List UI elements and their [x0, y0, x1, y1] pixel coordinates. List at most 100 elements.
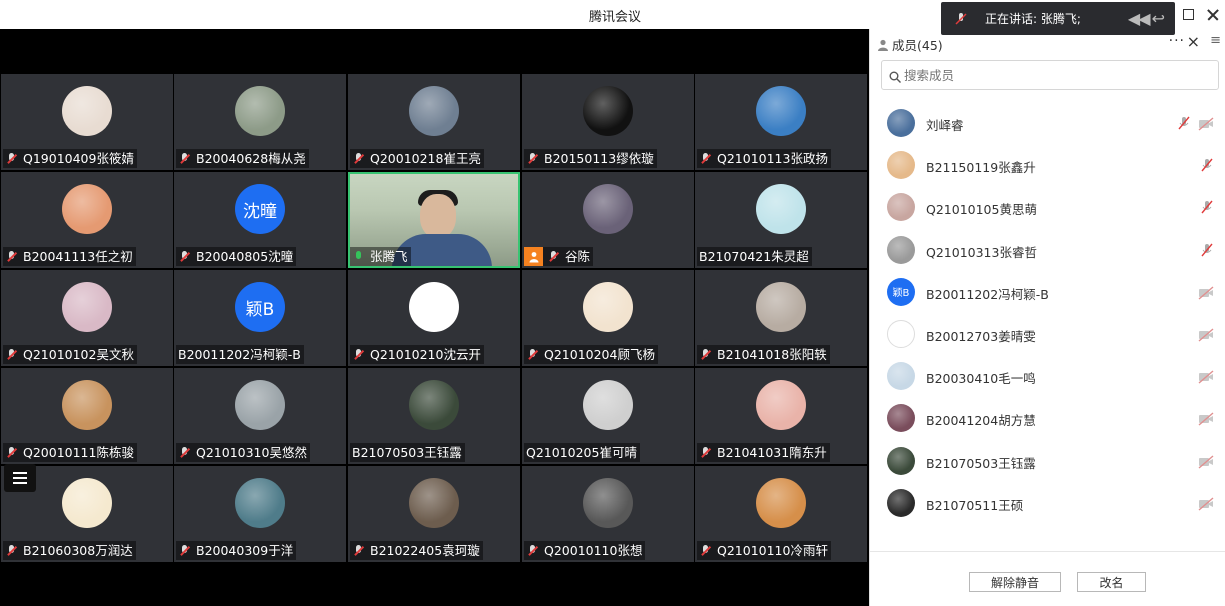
video-tile[interactable]: 谷陈	[522, 172, 694, 268]
members-icon	[877, 36, 889, 51]
video-tile[interactable]: 沈曈 B20040805沈曈	[174, 172, 346, 268]
panel-menu-icon[interactable]: ≡	[1210, 33, 1221, 48]
maximize-button[interactable]	[1177, 0, 1201, 29]
member-name: B21070511王硕	[926, 497, 1024, 513]
mic-muted-icon	[526, 348, 540, 362]
mic-muted-icon	[352, 152, 366, 166]
video-tile[interactable]: B20040628梅从尧	[174, 74, 346, 170]
video-grid-area: Q19010409张筱婧 B20040628梅从尧 Q20010218崔王亮 B201…	[0, 29, 869, 606]
participant-name: Q21010110冷雨轩	[717, 543, 828, 558]
camera-off-icon[interactable]	[1198, 496, 1214, 511]
video-tile[interactable]: B21022405袁珂璇	[348, 466, 520, 562]
participant-nameplate: Q21010102吴文秋	[3, 345, 137, 364]
member-row[interactable]: B20041204胡方慧	[870, 397, 1225, 439]
video-tile[interactable]: B21070503王钰露	[348, 368, 520, 464]
participant-avatar	[583, 86, 633, 136]
camera-off-icon[interactable]	[1198, 327, 1214, 342]
participant-avatar: 颖B	[235, 282, 285, 332]
mic-muted-icon	[547, 250, 561, 264]
mic-muted-icon[interactable]	[1177, 115, 1191, 131]
participant-avatar: 沈曈	[235, 184, 285, 234]
video-tile[interactable]: Q20010111陈栋骏	[1, 368, 173, 464]
search-icon	[889, 68, 901, 83]
camera-off-icon[interactable]	[1198, 411, 1214, 426]
video-tile[interactable]: Q21010310吴悠然	[174, 368, 346, 464]
participant-name: B21060308万润达	[23, 543, 133, 558]
members-list[interactable]: 刘峄睿 B21150119张鑫升 Q21010105黄思萌 Q21010313张睿哲颖…	[870, 91, 1225, 549]
member-row[interactable]: B21070511王硕	[870, 482, 1225, 524]
mic-muted-icon[interactable]	[1200, 242, 1214, 258]
member-row[interactable]: B21150119张鑫升	[870, 144, 1225, 186]
participant-nameplate: Q21010310吴悠然	[176, 443, 310, 462]
participant-nameplate: Q20010111陈栋骏	[3, 443, 137, 462]
video-tile[interactable]: 颖B B20011202冯柯颖-B	[174, 270, 346, 366]
mic-muted-icon[interactable]	[1200, 199, 1214, 215]
close-panel-button[interactable]: ×	[1187, 32, 1200, 51]
participant-name: Q20010110张想	[544, 543, 643, 558]
participant-name: B20150113缪依璇	[544, 151, 654, 166]
mic-muted-icon	[5, 348, 19, 362]
participant-nameplate: B20040805沈曈	[176, 247, 297, 266]
mic-muted-icon[interactable]	[1200, 157, 1214, 173]
participant-avatar	[409, 86, 459, 136]
camera-off-icon[interactable]	[1198, 285, 1214, 300]
video-tile[interactable]: B21041031隋东升	[695, 368, 867, 464]
mic-muted-icon	[352, 544, 366, 558]
video-tile[interactable]: Q20010110张想	[522, 466, 694, 562]
participant-avatar	[235, 380, 285, 430]
video-tile[interactable]: B20041113任之初	[1, 172, 173, 268]
participant-name: B20041113任之初	[23, 249, 133, 264]
participant-avatar	[235, 478, 285, 528]
member-search[interactable]	[881, 60, 1219, 90]
video-tile[interactable]: 张腾飞	[348, 172, 520, 268]
member-row[interactable]: 刘峄睿	[870, 102, 1225, 144]
video-tile[interactable]: B21070421朱灵超	[695, 172, 867, 268]
members-panel: 成员(45) ··· × ≡ 刘峄睿 B21150119张鑫升 Q21010105黄…	[869, 29, 1225, 606]
close-window-button[interactable]	[1201, 0, 1225, 29]
layout-list-button[interactable]	[4, 464, 36, 492]
member-row[interactable]: B21070503王钰露	[870, 440, 1225, 482]
participant-nameplate: Q21010110冷雨轩	[697, 541, 831, 560]
participant-name: B20011202冯柯颖-B	[178, 347, 301, 362]
camera-off-icon[interactable]	[1198, 454, 1214, 469]
search-input[interactable]	[904, 61, 1204, 89]
video-tile[interactable]: B20040309于洋	[174, 466, 346, 562]
video-tile[interactable]: B21041018张阳轶	[695, 270, 867, 366]
members-panel-title: 成员(45)	[892, 38, 943, 53]
participant-avatar	[756, 380, 806, 430]
video-tile[interactable]: Q21010210沈云开	[348, 270, 520, 366]
video-tile[interactable]: B20150113缪依璇	[522, 74, 694, 170]
participant-nameplate: Q21010210沈云开	[350, 345, 484, 364]
participant-avatar	[756, 86, 806, 136]
member-name: Q21010313张睿哲	[926, 244, 1037, 260]
video-tile[interactable]: Q21010205崔可晴	[522, 368, 694, 464]
video-tile[interactable]: Q21010204顾飞杨	[522, 270, 694, 366]
member-row[interactable]: B20012703姜晴雯	[870, 313, 1225, 355]
participant-nameplate: B21022405袁珂璇	[350, 541, 483, 560]
participant-name: B21022405袁珂璇	[370, 543, 480, 558]
participant-avatar	[409, 282, 459, 332]
collapse-arrows-icon[interactable]: ◀◀ ↩	[1128, 9, 1165, 28]
participant-avatar	[756, 282, 806, 332]
participant-nameplate: B20041113任之初	[3, 247, 136, 266]
participant-nameplate: 张腾飞	[350, 247, 411, 266]
member-row[interactable]: Q21010313张睿哲	[870, 229, 1225, 271]
camera-off-icon[interactable]	[1198, 116, 1214, 131]
unmute-all-button[interactable]: 解除静音	[969, 572, 1061, 592]
camera-off-icon[interactable]	[1198, 369, 1214, 384]
video-tile[interactable]: Q20010218崔王亮	[348, 74, 520, 170]
member-row[interactable]: Q21010105黄思萌	[870, 186, 1225, 228]
video-tile[interactable]: Q21010102吴文秋	[1, 270, 173, 366]
more-options-button[interactable]: ···	[1169, 33, 1185, 49]
video-tile[interactable]: Q21010110冷雨轩	[695, 466, 867, 562]
member-row[interactable]: 颖B B20011202冯柯颖-B	[870, 271, 1225, 313]
video-tile[interactable]: Q19010409张筱婧	[1, 74, 173, 170]
rename-button[interactable]: 改名	[1077, 572, 1146, 592]
video-tile[interactable]: Q21010113张政扬	[695, 74, 867, 170]
participant-name: B20040309于洋	[196, 543, 294, 558]
member-avatar	[887, 404, 915, 433]
participant-name: B21041031隋东升	[717, 445, 827, 460]
member-avatar	[887, 488, 915, 517]
participant-nameplate: B21070503王钰露	[350, 443, 465, 462]
member-row[interactable]: B20030410毛一鸣	[870, 355, 1225, 397]
